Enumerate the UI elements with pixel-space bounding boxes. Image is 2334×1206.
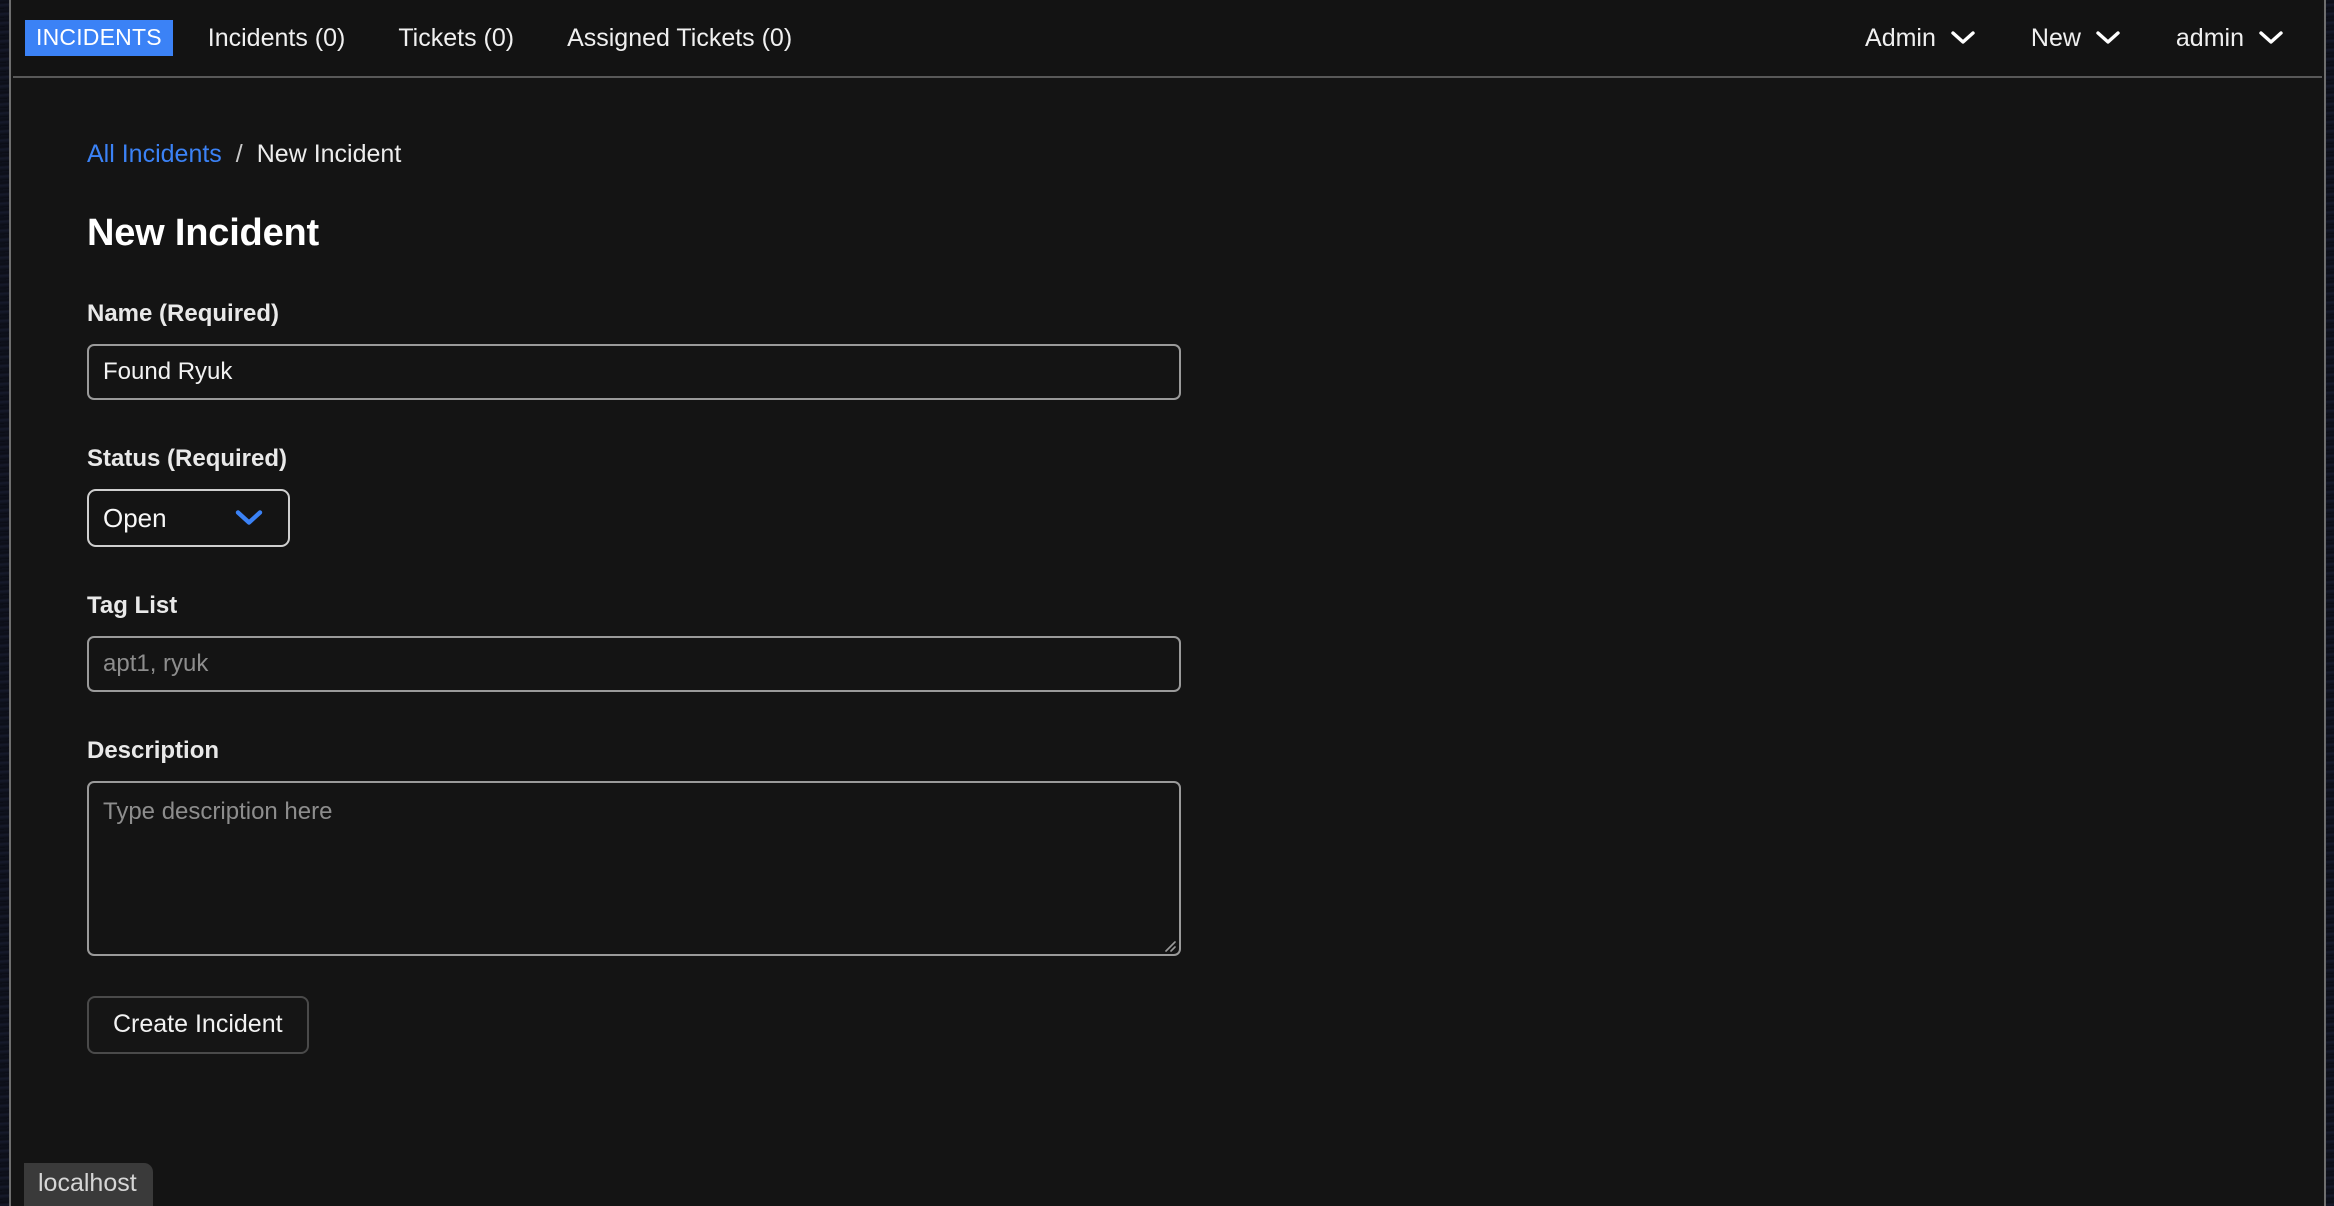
description-textarea-wrapper — [87, 781, 1181, 956]
nav-dropdown-user[interactable]: admin — [2176, 24, 2284, 53]
nav-link-incidents[interactable]: Incidents (0) — [208, 18, 346, 59]
navbar-right-group: Admin New admin — [1810, 24, 2284, 53]
field-label-name: Name (Required) — [87, 300, 280, 327]
nav-dropdown-user-label: admin — [2175, 23, 2244, 52]
window-left-edge-strip — [0, 0, 11, 1206]
create-incident-button[interactable]: Create Incident — [87, 996, 309, 1054]
breadcrumb: All Incidents / New Incident — [87, 140, 2322, 169]
breadcrumb-current: New Incident — [256, 140, 402, 168]
browser-viewport: INCIDENTS Incidents (0) Tickets (0) Assi… — [13, 0, 2322, 1206]
brand-badge-incidents[interactable]: INCIDENTS — [25, 20, 173, 56]
name-input[interactable] — [87, 344, 1181, 400]
chevron-down-icon — [1950, 30, 1976, 46]
breadcrumb-separator: / — [235, 140, 243, 168]
chevron-down-icon — [2095, 30, 2121, 46]
nav-dropdown-new-label: New — [2030, 23, 2081, 52]
nav-dropdown-admin-label: Admin — [1865, 23, 1936, 52]
status-select[interactable]: Open — [87, 489, 290, 547]
status-select-wrapper: Open — [87, 489, 290, 547]
field-name: Name (Required) — [87, 300, 2322, 400]
top-navbar: INCIDENTS Incidents (0) Tickets (0) Assi… — [13, 0, 2322, 78]
status-select-value: Open — [103, 502, 167, 533]
field-description: Description — [87, 737, 2322, 956]
field-label-description: Description — [87, 737, 220, 764]
page-content: All Incidents / New Incident New Inciden… — [13, 140, 2322, 1054]
status-bar-url: localhost — [24, 1163, 153, 1206]
field-tag-list: Tag List — [87, 592, 2322, 692]
window-right-edge-strip — [2324, 0, 2334, 1206]
nav-dropdown-new[interactable]: New — [2031, 24, 2121, 53]
page-title: New Incident — [87, 212, 319, 254]
nav-link-tickets[interactable]: Tickets (0) — [398, 18, 514, 59]
field-status: Status (Required) Open — [87, 445, 2322, 547]
field-label-status: Status (Required) — [87, 445, 288, 472]
navbar-left-group: INCIDENTS Incidents (0) Tickets (0) Assi… — [25, 18, 845, 59]
field-label-tag-list: Tag List — [87, 592, 178, 619]
chevron-down-icon — [2258, 30, 2284, 46]
breadcrumb-link-all-incidents[interactable]: All Incidents — [87, 140, 222, 169]
nav-dropdown-admin[interactable]: Admin — [1865, 24, 1976, 53]
description-textarea[interactable] — [87, 781, 1181, 956]
tag-list-input[interactable] — [87, 636, 1181, 692]
nav-link-assigned-tickets[interactable]: Assigned Tickets (0) — [567, 18, 792, 59]
